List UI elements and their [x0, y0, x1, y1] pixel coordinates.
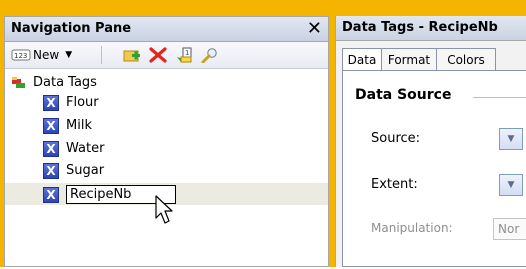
tag-icon: X — [43, 94, 59, 111]
svg-text:1: 1 — [185, 49, 189, 57]
mouse-cursor-icon — [155, 195, 173, 224]
tag-icon: X — [43, 117, 59, 134]
extent-dropdown[interactable]: ▼ — [499, 174, 523, 196]
tree-item-label: Milk — [66, 118, 92, 133]
nav-header: Navigation Pane ✕ — [5, 17, 328, 42]
manipulation-field: Nor — [493, 218, 526, 240]
properties-title: Data Tags - RecipeNb — [342, 20, 498, 35]
tree-item-label: Flour — [66, 95, 99, 110]
tab-format[interactable]: Format — [381, 48, 437, 70]
rename-icon: 1 — [177, 47, 192, 63]
add-folder-button[interactable] — [123, 46, 141, 64]
tree-item-flour[interactable]: X Flour — [43, 93, 99, 112]
delete-icon — [149, 47, 167, 63]
close-icon[interactable]: ✕ — [307, 18, 322, 39]
source-label: Source: — [371, 131, 421, 146]
delete-button[interactable] — [149, 46, 167, 64]
chevron-down-icon: ▼ — [507, 134, 515, 144]
tree-item-milk[interactable]: X Milk — [43, 116, 92, 135]
new-label: New — [33, 48, 60, 62]
new-tag-icon: 123 — [11, 49, 31, 61]
tag-icon: X — [43, 162, 59, 179]
tree-item-sugar[interactable]: X Sugar — [43, 161, 104, 180]
extent-label: Extent: — [371, 177, 418, 192]
add-folder-icon — [123, 50, 140, 62]
section-rule — [473, 97, 526, 98]
data-tab-panel: Data Source Source: ▼ Extent: ▼ Manipula… — [342, 70, 526, 267]
tree-item-label: Water — [66, 141, 105, 156]
tree-item-water[interactable]: X Water — [43, 139, 104, 158]
search-button[interactable] — [201, 46, 219, 64]
properties-header: Data Tags - RecipeNb — [336, 16, 526, 41]
tab-data[interactable]: Data — [342, 48, 382, 71]
tab-colors[interactable]: Colors — [436, 48, 496, 70]
search-icon — [201, 48, 217, 63]
chevron-down-icon: ▼ — [507, 180, 515, 190]
properties-pane: Data Tags - RecipeNb Data Format Colors … — [335, 16, 526, 267]
nav-toolbar: 123 New ▼ 1 — [5, 42, 328, 69]
nav-title: Navigation Pane — [11, 21, 132, 36]
tag-icon: X — [43, 186, 59, 203]
navigation-pane: Navigation Pane ✕ 123 New ▼ 1 Data Tags … — [4, 16, 329, 267]
source-dropdown[interactable]: ▼ — [499, 128, 523, 150]
manipulation-label: Manipulation: — [371, 221, 453, 235]
tag-icon: X — [43, 140, 59, 157]
tree-root-label: Data Tags — [33, 75, 97, 90]
section-title: Data Source — [355, 87, 452, 103]
chevron-down-icon[interactable]: ▼ — [65, 50, 72, 60]
rename-button[interactable]: 1 — [175, 46, 193, 64]
data-tags-tree: Data Tags X Flour X Milk X Water X Sugar… — [5, 69, 328, 269]
toolbar-separator — [101, 46, 102, 64]
svg-text:123: 123 — [14, 52, 27, 60]
tree-item-label: Sugar — [66, 163, 105, 178]
tree-root-data-tags[interactable]: Data Tags — [11, 73, 97, 92]
new-button[interactable]: 123 New ▼ — [11, 46, 72, 64]
data-tags-folder-icon — [12, 76, 25, 88]
